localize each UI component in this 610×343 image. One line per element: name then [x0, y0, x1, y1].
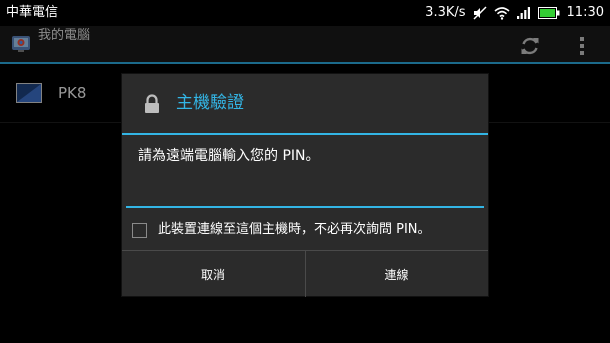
- status-icons: 3.3K/s 11:30: [425, 0, 604, 26]
- mute-icon: [473, 6, 487, 20]
- remember-pin-checkbox[interactable]: [132, 223, 147, 238]
- dialog-title: 主機驗證: [176, 93, 244, 113]
- lock-icon: [144, 94, 160, 114]
- signal-icon: [516, 7, 531, 19]
- connect-button[interactable]: 連線: [305, 251, 487, 297]
- data-speed: 3.3K/s: [425, 5, 466, 20]
- remember-pin-row[interactable]: 此裝置連線至這個主機時，不必再次詢問 PIN。: [130, 220, 480, 244]
- remember-pin-label: 此裝置連線至這個主機時，不必再次詢問 PIN。: [158, 222, 431, 237]
- dialog-header: 主機驗證: [122, 74, 488, 135]
- dialog-button-bar: 取消 連線: [122, 250, 488, 297]
- remote-desktop-screen: 中華電信 3.3K/s 11:30 我的電腦 PK8 主機驗證 請為遠端電腦輸入…: [0, 0, 610, 343]
- dialog-message: 請為遠端電腦輸入您的 PIN。: [138, 148, 320, 164]
- carrier-name: 中華電信: [6, 5, 59, 20]
- cancel-button[interactable]: 取消: [122, 251, 304, 297]
- wifi-icon: [494, 6, 510, 20]
- status-bar: 中華電信 3.3K/s 11:30: [0, 0, 610, 26]
- battery-icon: [537, 7, 560, 19]
- host-auth-dialog: 主機驗證 請為遠端電腦輸入您的 PIN。 此裝置連線至這個主機時，不必再次詢問 …: [122, 74, 488, 297]
- pin-input[interactable]: [126, 178, 484, 208]
- clock: 11:30: [566, 5, 604, 20]
